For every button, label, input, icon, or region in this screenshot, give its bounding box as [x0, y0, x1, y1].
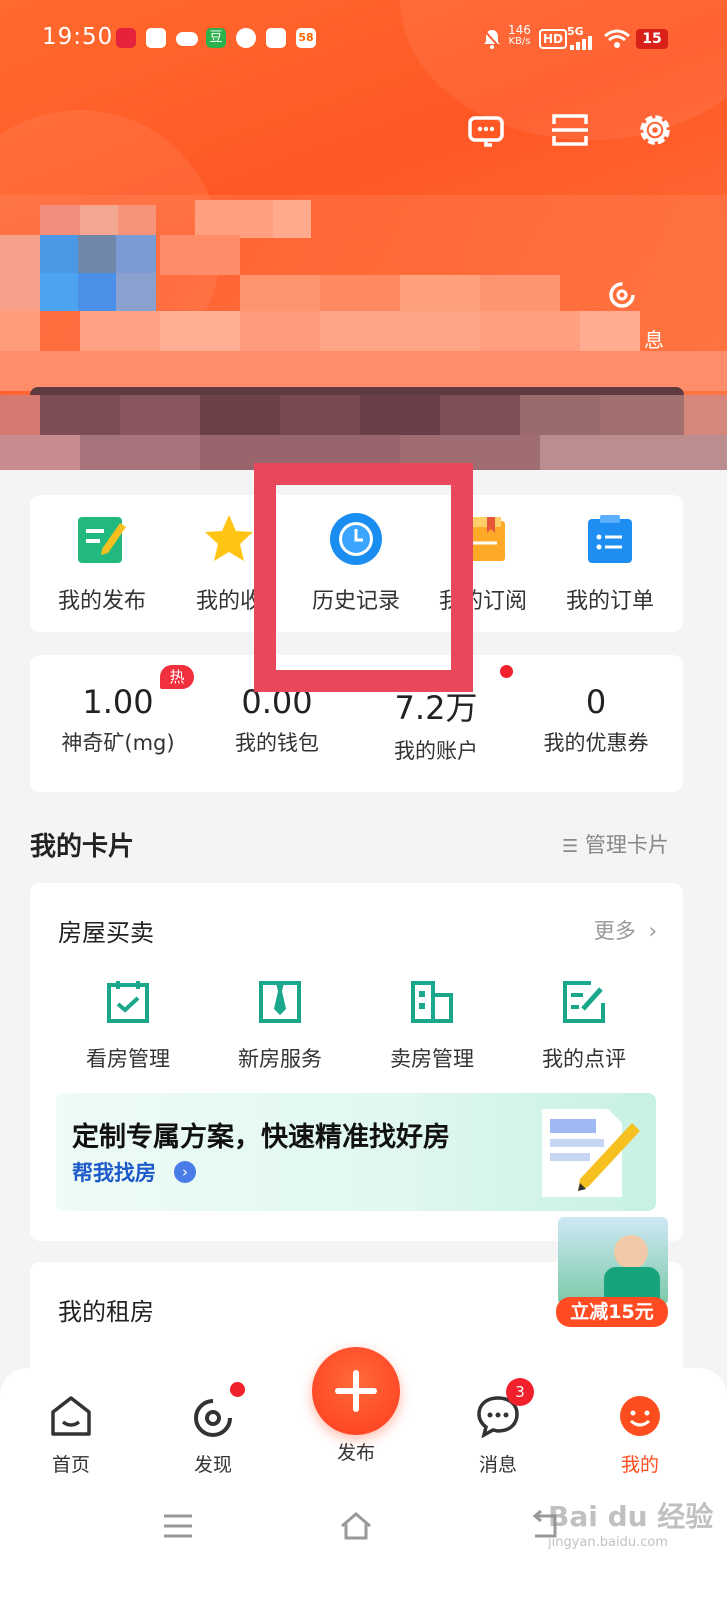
notification-app-icon	[146, 28, 166, 48]
menu-icon[interactable]	[160, 1508, 196, 1544]
plus-icon	[335, 1370, 377, 1412]
promo-tag: 立减15元	[556, 1297, 668, 1327]
promo-floating-ad[interactable]: 立减15元	[552, 1217, 670, 1333]
discover-icon	[194, 1399, 232, 1437]
side-label: 息	[644, 328, 664, 352]
notification-app-icon	[266, 28, 286, 48]
profile-header: 19:50 豆 58 146 KB/s HD 5G 15 息	[0, 0, 727, 470]
calendar-check-icon	[107, 981, 149, 1023]
mute-bell-icon	[483, 29, 501, 49]
scan-icon[interactable]	[550, 110, 590, 150]
card-title: 房屋买卖	[58, 919, 154, 947]
wifi-icon	[604, 29, 630, 48]
quick-action-my-posts[interactable]: 我的发布	[37, 511, 167, 615]
quick-action-orders[interactable]: 我的订单	[545, 511, 675, 615]
nav-home[interactable]: 首页	[21, 1394, 121, 1477]
service-my-reviews[interactable]: 我的点评	[514, 979, 654, 1073]
nav-profile[interactable]: 我的	[590, 1394, 690, 1477]
order-icon	[588, 515, 632, 563]
highlight-box	[254, 463, 473, 692]
review-edit-icon	[563, 981, 605, 1023]
network-speed: 146 KB/s	[508, 23, 531, 47]
cloud-icon	[176, 32, 198, 46]
chevron-right-icon: ›	[648, 919, 657, 943]
notification-app-icon	[116, 28, 136, 48]
edit-note-icon	[78, 517, 126, 563]
notification-app-icon	[236, 28, 256, 48]
arrow-right-icon: ›	[174, 1161, 196, 1183]
watermark-url: jingyan.baidu.com	[548, 1535, 668, 1550]
customer-service-icon[interactable]	[466, 110, 506, 150]
battery-icon: 15	[636, 29, 668, 49]
douban-icon: 豆	[206, 28, 226, 48]
building-icon	[411, 981, 453, 1023]
status-time: 19:50	[42, 24, 114, 50]
service-viewing-management[interactable]: 看房管理	[58, 979, 198, 1073]
more-link[interactable]: 更多 ›	[594, 915, 657, 945]
section-title-my-cards: 我的卡片	[30, 832, 135, 862]
signal-icon	[570, 36, 592, 50]
discover-notification-dot	[230, 1382, 245, 1397]
service-sell-management[interactable]: 卖房管理	[362, 979, 502, 1073]
hot-badge: 热	[160, 665, 194, 689]
stat-magic-ore[interactable]: 1.00 神奇矿(mg)	[38, 683, 198, 757]
stat-wallet[interactable]: 0.00 我的钱包	[197, 683, 357, 757]
discover-small-icon[interactable]	[604, 280, 638, 310]
manage-cards-link[interactable]: ☰ 管理卡片	[562, 829, 669, 859]
card-title: 我的租房	[58, 1298, 154, 1326]
profile-icon	[620, 1396, 660, 1436]
stat-coupons[interactable]: 0 我的优惠券	[516, 683, 676, 757]
message-count-badge: 3	[506, 1378, 534, 1406]
person-body	[604, 1267, 660, 1301]
stat-account[interactable]: 7.2万 我的账户	[356, 683, 516, 765]
watermark: Bai du 经验	[548, 1500, 714, 1533]
banner-title: 定制专属方案，快速精准找好房	[72, 1122, 450, 1153]
nav-messages[interactable]: 消息	[448, 1394, 548, 1477]
settings-icon[interactable]	[635, 110, 675, 150]
publish-button[interactable]	[312, 1347, 400, 1435]
hd-indicator: HD	[539, 29, 568, 49]
find-house-banner[interactable]: 定制专属方案，快速精准找好房 帮我找房 ›	[56, 1093, 656, 1211]
find-house-link[interactable]: 帮我找房	[72, 1157, 156, 1187]
home-icon	[51, 1396, 91, 1436]
star-icon	[205, 515, 253, 561]
list-icon: ☰	[562, 836, 579, 857]
nav-discover[interactable]: 发现	[163, 1394, 263, 1477]
pixelated-profile-area	[0, 195, 727, 470]
app-58-icon: 58	[296, 28, 316, 48]
system-home-icon[interactable]	[338, 1508, 374, 1544]
document-pencil-illustration	[542, 1109, 640, 1197]
tie-icon	[259, 981, 301, 1023]
notification-dot	[500, 665, 513, 678]
service-new-house[interactable]: 新房服务	[210, 979, 350, 1073]
house-trading-card: 房屋买卖 更多 › 看房管理 新房服务 卖房管理 我的点评 定制专属方案，快速精…	[30, 883, 683, 1241]
person-avatar	[614, 1235, 648, 1269]
